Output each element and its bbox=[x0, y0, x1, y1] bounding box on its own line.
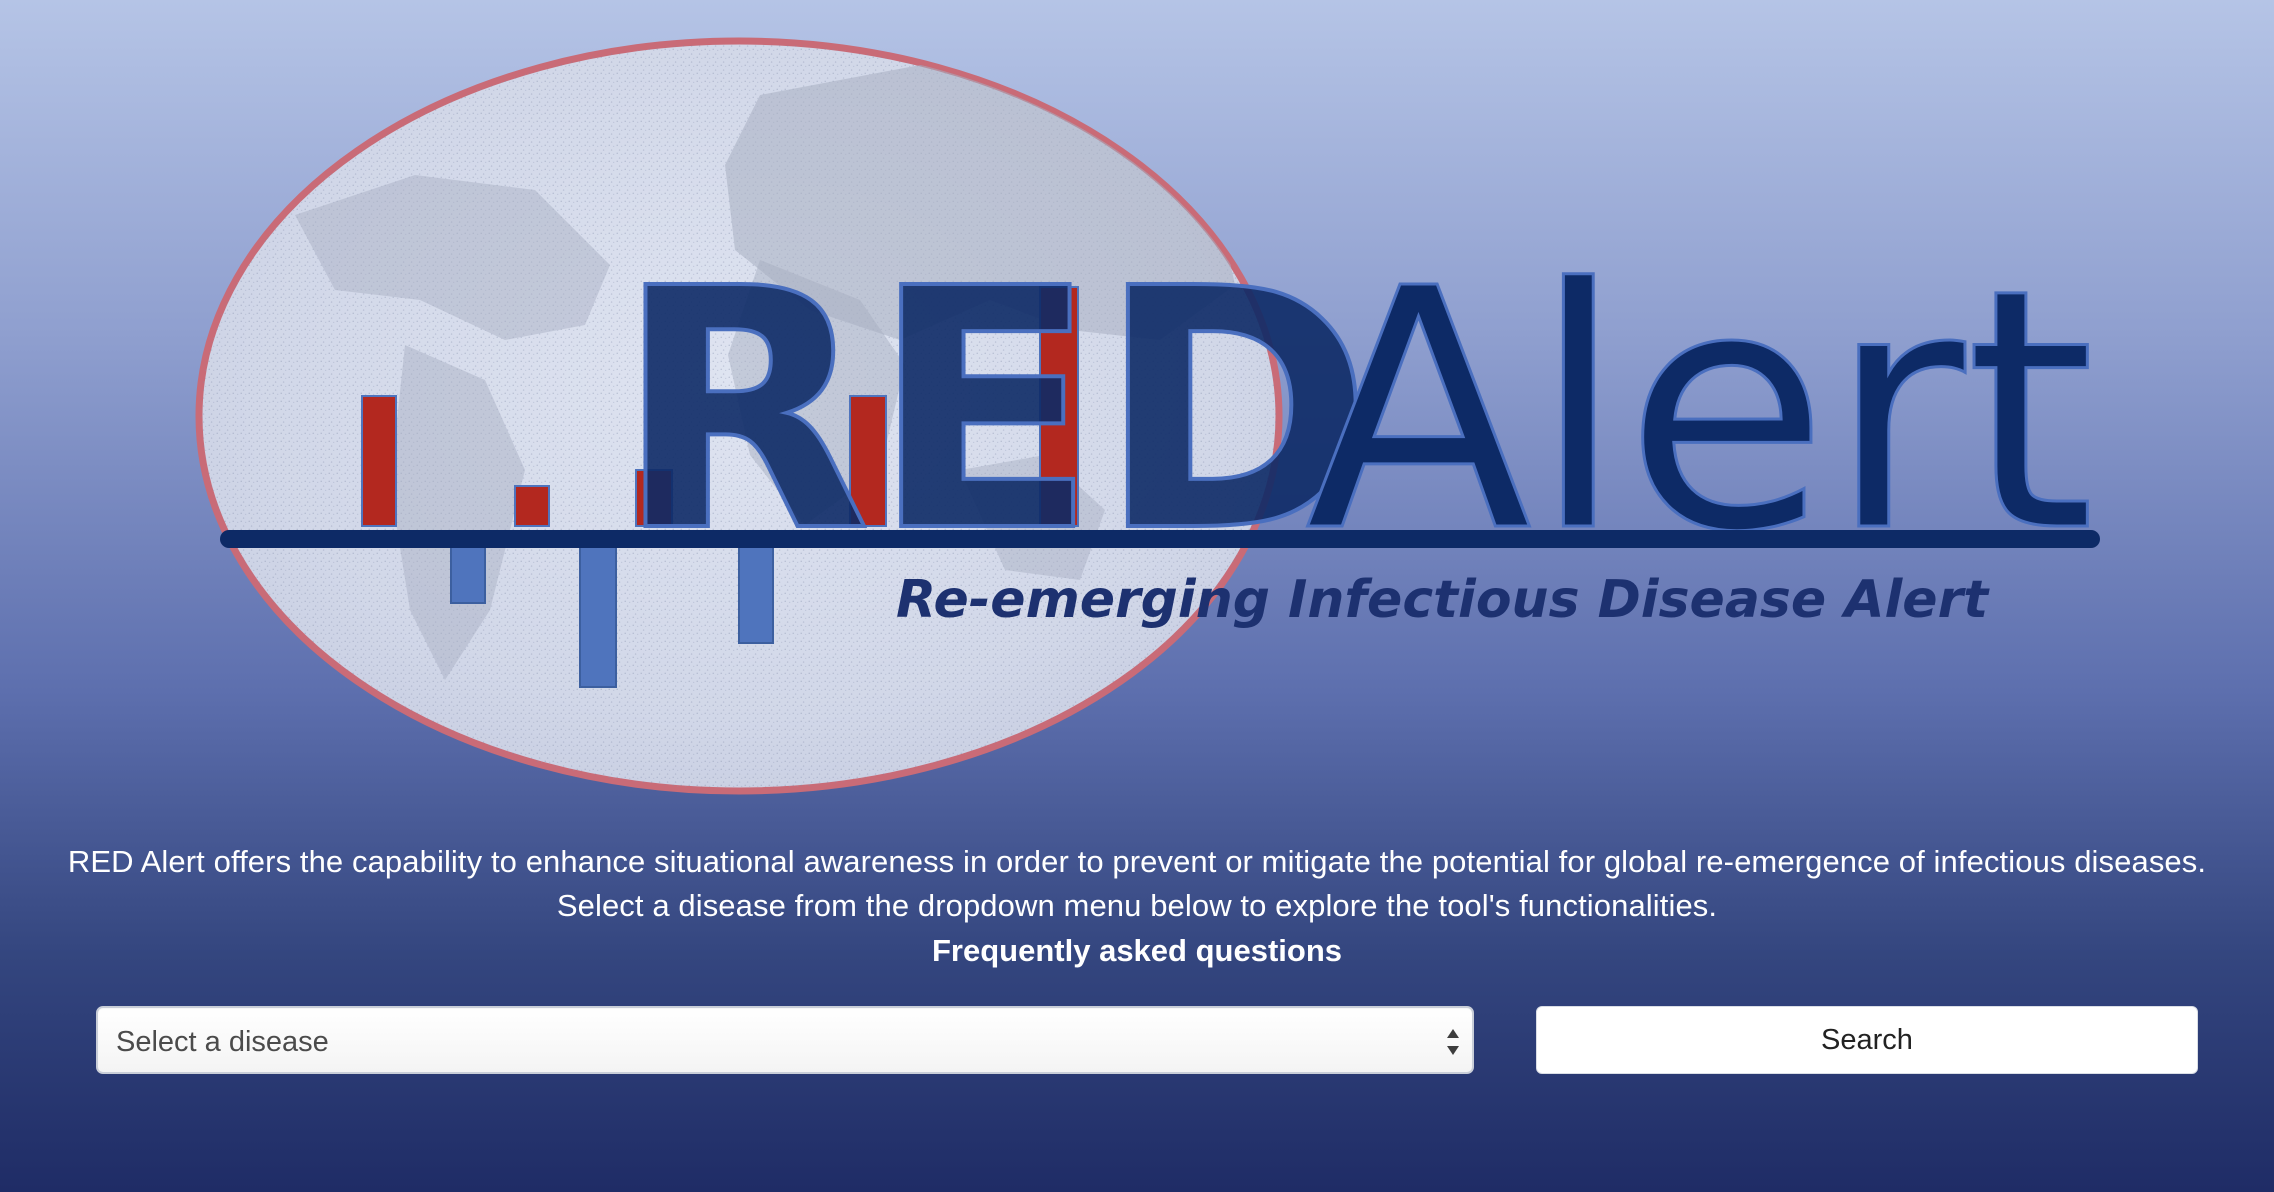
red-alert-logo: RED Alert Re-emerging Infectious Disease… bbox=[195, 37, 2100, 795]
faq-link[interactable]: Frequently asked questions bbox=[932, 929, 1342, 973]
search-controls: Select a disease Search bbox=[96, 1006, 2198, 1074]
logo-area: RED Alert Re-emerging Infectious Disease… bbox=[0, 0, 2274, 800]
search-button[interactable]: Search bbox=[1536, 1006, 2198, 1074]
logo-subtitle: Re-emerging Infectious Disease Alert bbox=[896, 570, 1990, 630]
intro-description: RED Alert offers the capability to enhan… bbox=[67, 844, 2207, 923]
logo-baseline bbox=[220, 530, 2100, 548]
disease-select-value: Select a disease bbox=[116, 1026, 329, 1058]
select-arrows-icon bbox=[1447, 1029, 1459, 1055]
disease-select[interactable]: Select a disease bbox=[96, 1006, 1474, 1074]
intro-section: RED Alert offers the capability to enhan… bbox=[0, 840, 2274, 973]
